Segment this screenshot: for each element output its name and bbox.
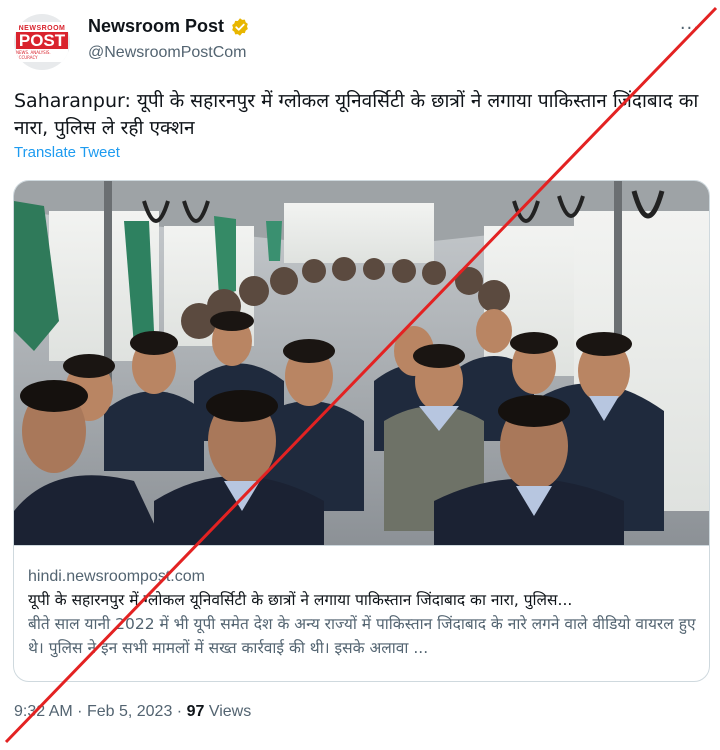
tweet-time[interactable]: 9:32 AM bbox=[14, 703, 73, 720]
card-title: यूपी के सहारनपुर में ग्लोकल यूनिवर्सिटी … bbox=[28, 591, 573, 609]
avatar[interactable]: NEWSROOM POST NEWS. ANALYSIS. ACCURACY bbox=[14, 14, 70, 70]
views-count: 97 bbox=[186, 703, 205, 720]
account-handle[interactable]: @NewsroomPostCom bbox=[88, 44, 247, 62]
link-preview-card[interactable]: hindi.newsroompost.com यूपी के सहारनपुर … bbox=[13, 180, 710, 682]
logo-main-text: POST bbox=[15, 31, 69, 49]
verified-badge-icon bbox=[232, 17, 248, 36]
bus-students-photo bbox=[14, 181, 709, 545]
tweet-meta: 9:32 AM · Feb 5, 2023 · 97 Views bbox=[14, 703, 251, 721]
translate-tweet-link[interactable]: Translate Tweet bbox=[14, 144, 120, 161]
logo-tagline: NEWS. ANALYSIS. ACCURACY bbox=[16, 49, 51, 60]
meta-separator-2: · bbox=[176, 703, 183, 720]
card-description: बीते साल यानी 2022 में भी यूपी समेत देश … bbox=[28, 615, 696, 657]
display-name[interactable]: Newsroom Post bbox=[88, 16, 224, 37]
tweet-date[interactable]: Feb 5, 2023 bbox=[87, 703, 172, 720]
tweet-header: NEWSROOM POST NEWS. ANALYSIS. ACCURACY N… bbox=[14, 14, 706, 74]
card-text: hindi.newsroompost.com यूपी के सहारनपुर … bbox=[14, 545, 709, 681]
views-label: Views bbox=[208, 703, 252, 720]
name-row: Newsroom Post bbox=[88, 16, 250, 37]
newsroom-post-logo: NEWSROOM POST NEWS. ANALYSIS. ACCURACY bbox=[15, 22, 69, 62]
card-image[interactable] bbox=[14, 181, 709, 545]
more-options-icon[interactable]: ··· bbox=[680, 18, 700, 39]
card-domain: hindi.newsroompost.com bbox=[28, 568, 205, 585]
meta-separator: · bbox=[77, 703, 83, 720]
tweet-text: Saharanpur: यूपी के सहारनपुर में ग्लोकल … bbox=[14, 90, 699, 139]
